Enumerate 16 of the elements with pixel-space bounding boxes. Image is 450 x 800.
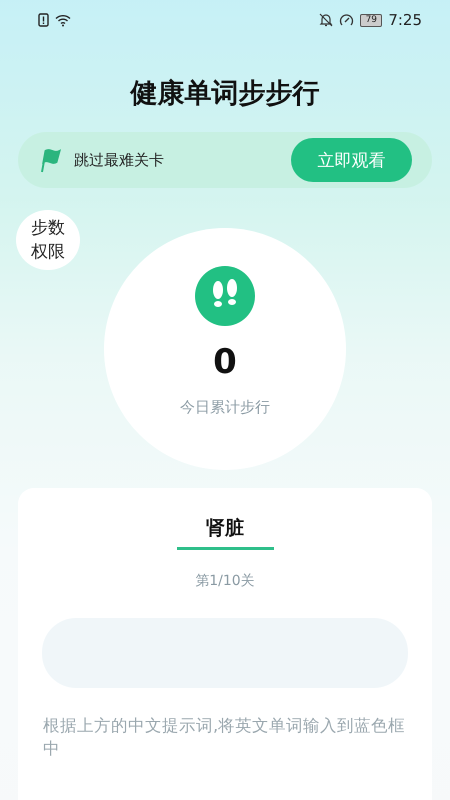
level-label: 第1/10关 <box>195 572 255 590</box>
hint-text: 根据上方的中文提示词,将英文单词输入到蓝色框中 <box>43 715 406 760</box>
step-count: 0 <box>213 341 237 384</box>
bell-off-icon <box>319 13 334 27</box>
sim-alert-icon <box>38 13 49 27</box>
clock-time: 7:25 <box>388 11 422 29</box>
chinese-word: 肾脏 <box>206 516 244 541</box>
permission-button[interactable]: 步数 权限 <box>16 210 80 270</box>
steps-label: 今日累计步行 <box>180 398 270 417</box>
flag-icon <box>38 147 64 173</box>
wifi-icon <box>55 14 71 26</box>
footprints-icon <box>195 266 255 326</box>
banner-text: 跳过最难关卡 <box>74 150 165 170</box>
app-title: 健康单词步步行 <box>128 77 320 111</box>
speedometer-icon <box>339 13 354 27</box>
battery-level: 79 <box>360 14 382 26</box>
